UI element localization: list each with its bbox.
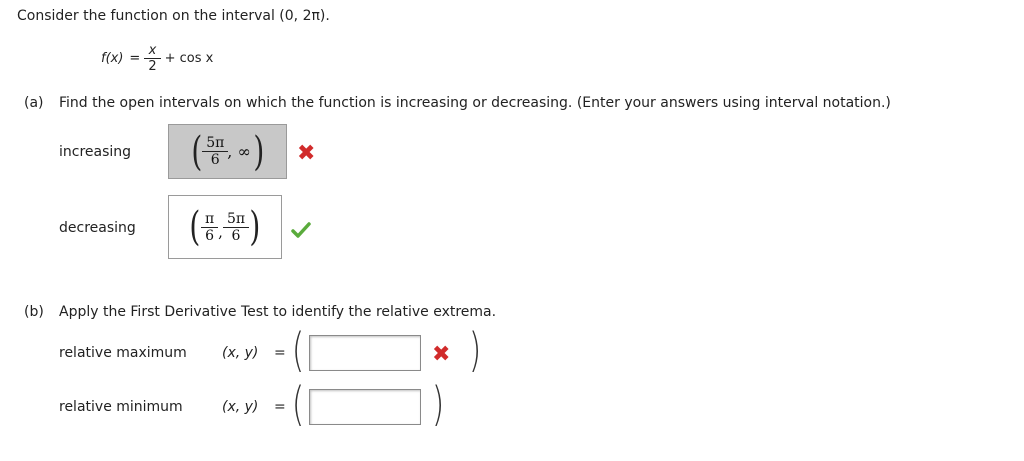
function-definition: f(x) = x 2 + cos x	[101, 44, 213, 73]
increasing-right-paren: )	[253, 128, 265, 175]
increasing-tail: , ∞	[227, 142, 251, 161]
function-frac-den: 2	[144, 58, 161, 73]
incorrect-x-icon: ✖	[297, 141, 316, 166]
increasing-answer-box[interactable]: ( 5π 6 , ∞ )	[168, 124, 287, 179]
decreasing-b-num: 5π	[226, 210, 246, 227]
function-equals: =	[129, 51, 141, 66]
part-b-prompt: Apply the First Derivative Test to ident…	[59, 304, 497, 320]
relative-maximum-coords: (x, y)	[222, 345, 259, 361]
part-b-label: (b)	[24, 304, 44, 320]
relative-minimum-label: relative minimum	[59, 399, 183, 415]
relative-minimum-input[interactable]	[309, 389, 421, 425]
correct-check-icon	[291, 222, 311, 238]
decreasing-right-paren: )	[249, 204, 261, 250]
function-frac-num: x	[148, 43, 157, 58]
decreasing-answer-box[interactable]: ( π 6 , 5π 6 )	[168, 195, 282, 259]
function-rhs: + cos x	[164, 51, 214, 66]
relative-maximum-input[interactable]	[309, 335, 421, 371]
function-fraction: x 2	[144, 43, 161, 73]
incorrect-x-icon: ✖	[432, 342, 451, 367]
maximum-left-paren: (	[291, 323, 305, 377]
increasing-label: increasing	[59, 144, 132, 160]
decreasing-fraction-a: π 6	[200, 210, 219, 243]
minimum-left-paren: (	[291, 377, 305, 431]
minimum-right-paren: )	[431, 377, 445, 431]
decreasing-a-num: π	[204, 210, 215, 227]
decreasing-fraction-b: 5π 6	[222, 210, 250, 243]
relative-minimum-coords: (x, y)	[222, 399, 259, 415]
part-a-prompt: Find the open intervals on which the fun…	[59, 95, 891, 111]
decreasing-b-den: 6	[222, 226, 250, 243]
increasing-frac-den: 6	[202, 151, 229, 167]
decreasing-label: decreasing	[59, 220, 136, 236]
relative-maximum-equals: =	[274, 345, 286, 361]
part-a-label: (a)	[24, 95, 44, 111]
increasing-frac-num: 5π	[206, 135, 225, 151]
decreasing-left-paren: (	[189, 204, 201, 250]
function-lhs: f(x)	[101, 51, 124, 66]
relative-maximum-label: relative maximum	[59, 345, 187, 361]
question-intro: Consider the function on the interval (0…	[17, 8, 330, 24]
relative-minimum-equals: =	[274, 399, 286, 415]
maximum-right-paren: )	[468, 323, 482, 377]
increasing-fraction: 5π 6	[202, 135, 229, 167]
increasing-left-paren: (	[190, 128, 202, 175]
